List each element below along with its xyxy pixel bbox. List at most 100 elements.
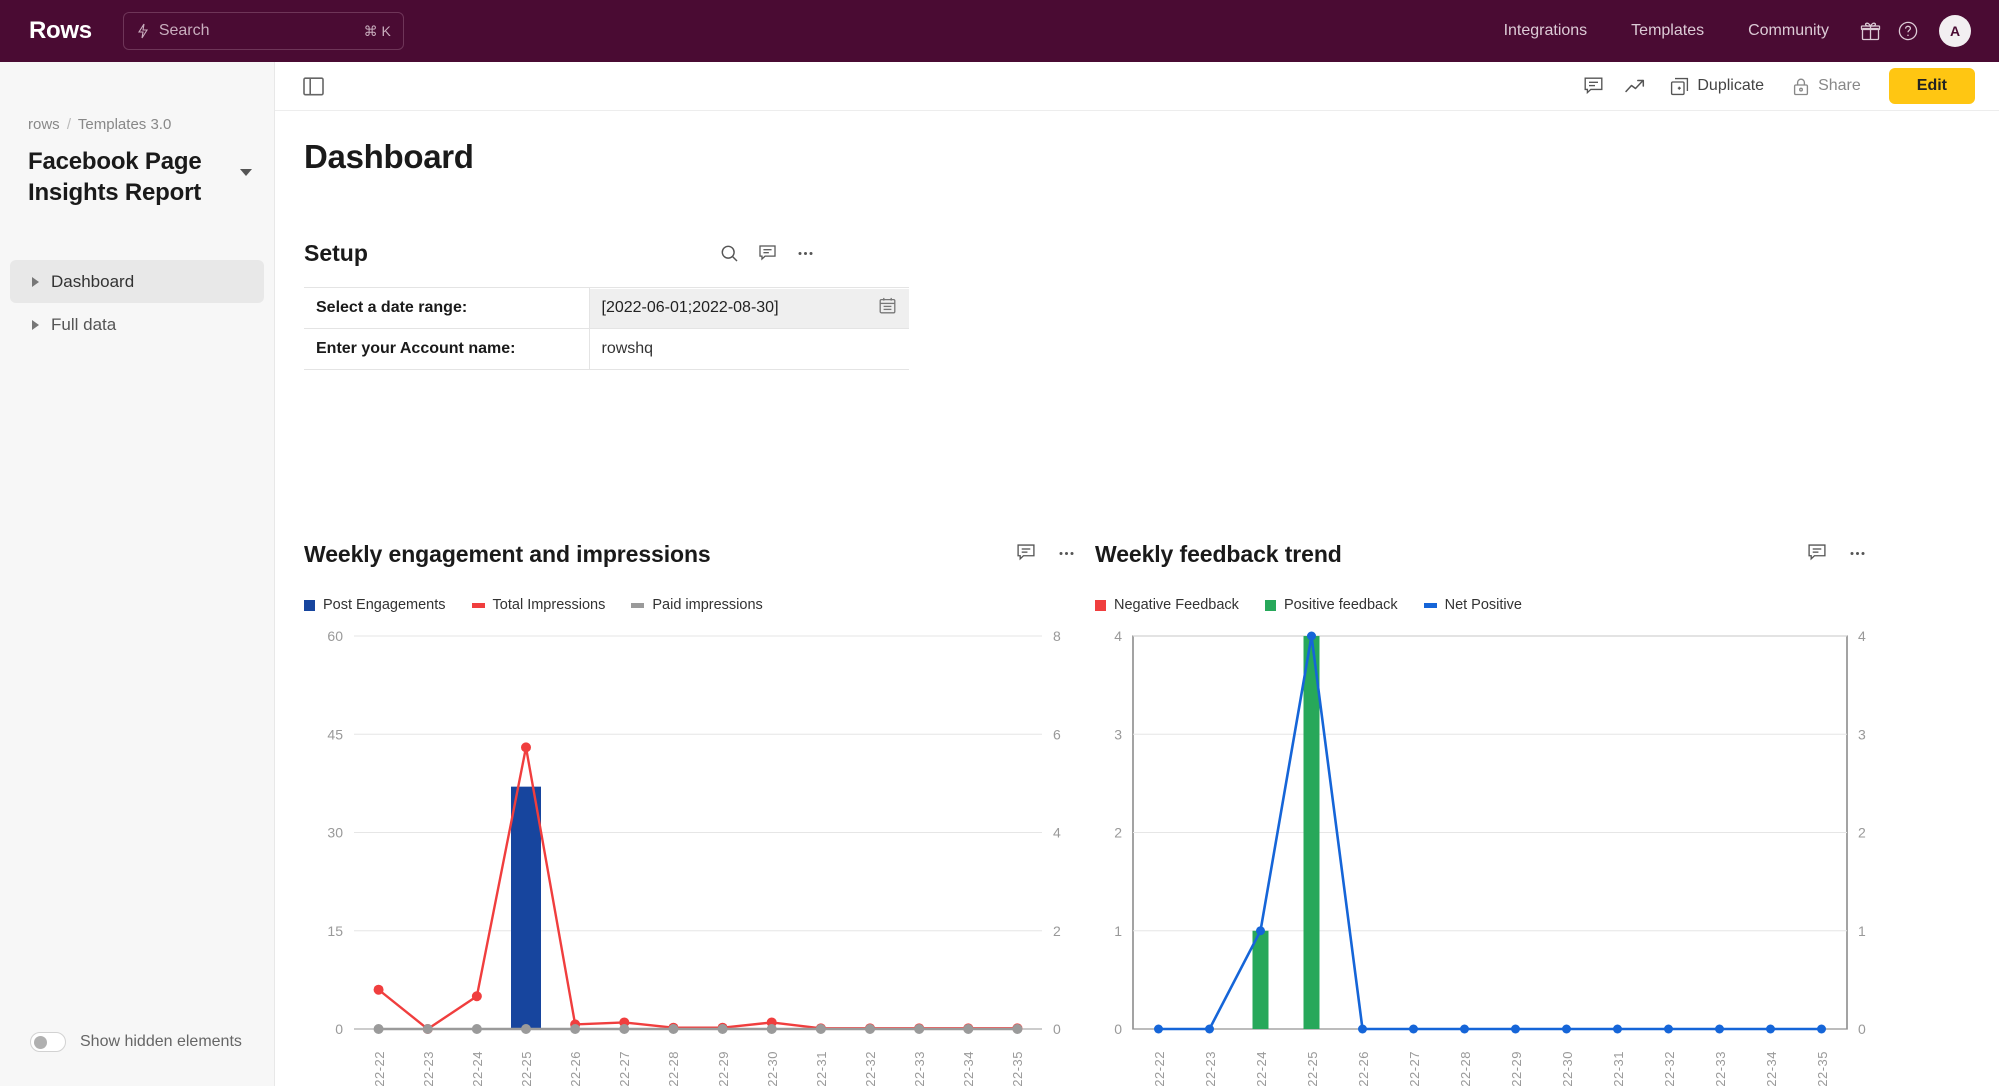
edit-button[interactable]: Edit [1888,68,1975,104]
chevron-right-icon [32,319,39,330]
calendar-icon[interactable] [878,296,897,320]
duplicate-button[interactable]: Duplicate [1656,69,1778,103]
x-axis-tick-label: 2022-27 [617,1051,633,1086]
svg-text:4: 4 [1053,825,1061,841]
dashboard-page-title: Dashboard [304,138,474,175]
legend-item-paid-impressions[interactable]: Paid impressions [631,597,763,613]
breadcrumb-separator: / [66,116,72,133]
svg-text:4: 4 [1114,631,1122,644]
sidebar-item-label: Dashboard [51,271,135,291]
x-axis-tick-label: 2022-27 [1406,1051,1422,1086]
svg-text:6: 6 [1053,726,1061,742]
comment-icon[interactable] [1805,541,1829,565]
x-axis-tick-label: 2022-28 [666,1051,682,1086]
legend-item-negative-feedback[interactable]: Negative Feedback [1095,597,1239,613]
breadcrumb-workspace[interactable]: rows [28,116,60,133]
legend-item-positive-feedback[interactable]: Positive feedback [1264,597,1398,613]
chart-header-icons [1805,541,1895,565]
chart-legend: Post Engagements Total Impressions Paid … [304,596,1104,614]
account-name-input[interactable]: rowshq [590,330,910,369]
gift-icon[interactable] [1851,12,1889,50]
show-hidden-elements-toggle[interactable] [30,1032,66,1052]
chart-title: Weekly feedback trend [1095,541,1342,567]
legend-swatch [304,599,315,611]
svg-text:0: 0 [1858,1021,1866,1037]
x-axis-tick-label: 2022-29 [1508,1051,1524,1086]
x-axis-tick-label: 2022-32 [863,1051,878,1086]
nav-templates[interactable]: Templates [1609,22,1726,40]
legend-swatch [471,602,485,608]
x-axis-tick-label: 2022-33 [1712,1051,1728,1086]
date-range-input[interactable]: [2022-06-01;2022-08-30] [589,288,909,328]
setup-row-value-cell[interactable]: rowshq [589,328,910,370]
x-axis-tick-label: 2022-31 [1610,1051,1626,1086]
more-icon[interactable] [793,242,817,266]
svg-text:60: 60 [327,631,343,644]
document-canvas: Dashboard Setup Select a date range: [20… [275,111,1999,1086]
chart-plot-area[interactable]: 0 1 2 3 4 0 1 2 3 4 [1095,631,1895,1051]
sidebar-item-label: Full data [51,314,117,334]
setup-title: Setup [304,240,368,266]
x-axis-tick-label: 2022-30 [764,1051,780,1086]
sidebar-item-dashboard[interactable]: Dashboard [10,260,264,304]
chart-weekly-engagement-and-impressions: Weekly engagement and impressions Post E… [304,541,1104,1086]
legend-swatch [1264,599,1276,611]
search-input[interactable]: Search ⌘ K [122,12,404,50]
help-icon[interactable] [1889,12,1927,50]
x-axis-tick-label: 2022-24 [1253,1051,1269,1086]
comment-icon[interactable] [1572,69,1614,103]
chart-plot-area[interactable]: 0 15 30 45 60 0 2 4 6 8 [304,631,1104,1051]
setup-row-value-cell[interactable]: [2022-06-01;2022-08-30] [589,287,909,329]
sidebar-toggle-icon[interactable] [300,73,326,99]
share-label: Share [1818,77,1861,94]
comment-icon[interactable] [1014,541,1038,565]
svg-text:2: 2 [1114,825,1122,841]
setup-table: Select a date range: [2022-06-01;2022-08… [304,287,909,370]
setup-header: Setup [304,240,914,267]
x-axis-tick-label: 2022-33 [912,1051,928,1086]
legend-item-net-positive[interactable]: Net Positive [1423,597,1522,613]
nav-community[interactable]: Community [1726,22,1851,40]
sidebar-item-full-data[interactable]: Full data [10,303,264,346]
chart-title: Weekly engagement and impressions [304,541,711,567]
svg-text:0: 0 [1053,1021,1061,1037]
top-navigation-bar: Rows Search ⌘ K Integrations Templates C… [0,0,1999,62]
chart-weekly-feedback-trend: Weekly feedback trend Negative Feedback … [1095,541,1895,1086]
svg-text:2: 2 [1858,825,1866,841]
brand-logo[interactable]: Rows [29,17,92,45]
toolbar-actions: Duplicate Share Edit [1572,68,1975,104]
chevron-down-icon[interactable] [240,169,252,176]
svg-text:1: 1 [1858,923,1866,939]
legend-item-post-engagements[interactable]: Post Engagements [304,597,446,613]
x-axis-tick-label: 2022-25 [1304,1051,1320,1086]
more-icon[interactable] [1845,541,1869,565]
svg-text:1: 1 [1114,923,1122,939]
show-hidden-elements-row: Show hidden elements [30,1032,242,1052]
chart-svg: 0 15 30 45 60 0 2 4 6 8 [327,631,1061,1037]
x-axis-tick-label: 2022-23 [1202,1051,1218,1086]
more-icon[interactable] [1054,541,1078,565]
legend-label: Negative Feedback [1114,597,1239,613]
breadcrumb-folder[interactable]: Templates 3.0 [78,116,171,133]
chart-header: Weekly engagement and impressions [304,541,1104,568]
legend-swatch [631,602,645,608]
chart-header: Weekly feedback trend [1095,541,1895,568]
chart-header-icons [1014,541,1104,565]
table-row: Enter your Account name: rowshq [304,328,910,370]
svg-text:8: 8 [1053,631,1061,644]
search-icon[interactable] [717,242,741,266]
top-nav-links: Integrations Templates Community A [1482,12,1975,50]
comment-icon[interactable] [755,242,779,266]
show-hidden-elements-label: Show hidden elements [80,1033,242,1050]
nav-integrations[interactable]: Integrations [1482,22,1610,40]
setup-row-key: Select a date range: [304,287,590,329]
avatar[interactable]: A [1939,15,1971,47]
breadcrumb: rows / Templates 3.0 [0,62,274,133]
legend-label: Paid impressions [652,597,763,613]
share-button[interactable]: Share [1778,69,1875,103]
x-axis-tick-label: 2022-35 [1010,1051,1026,1086]
legend-item-total-impressions[interactable]: Total Impressions [471,597,605,613]
setup-header-icons [717,242,914,266]
svg-text:0: 0 [1114,1021,1122,1037]
trending-up-icon[interactable] [1614,69,1656,103]
